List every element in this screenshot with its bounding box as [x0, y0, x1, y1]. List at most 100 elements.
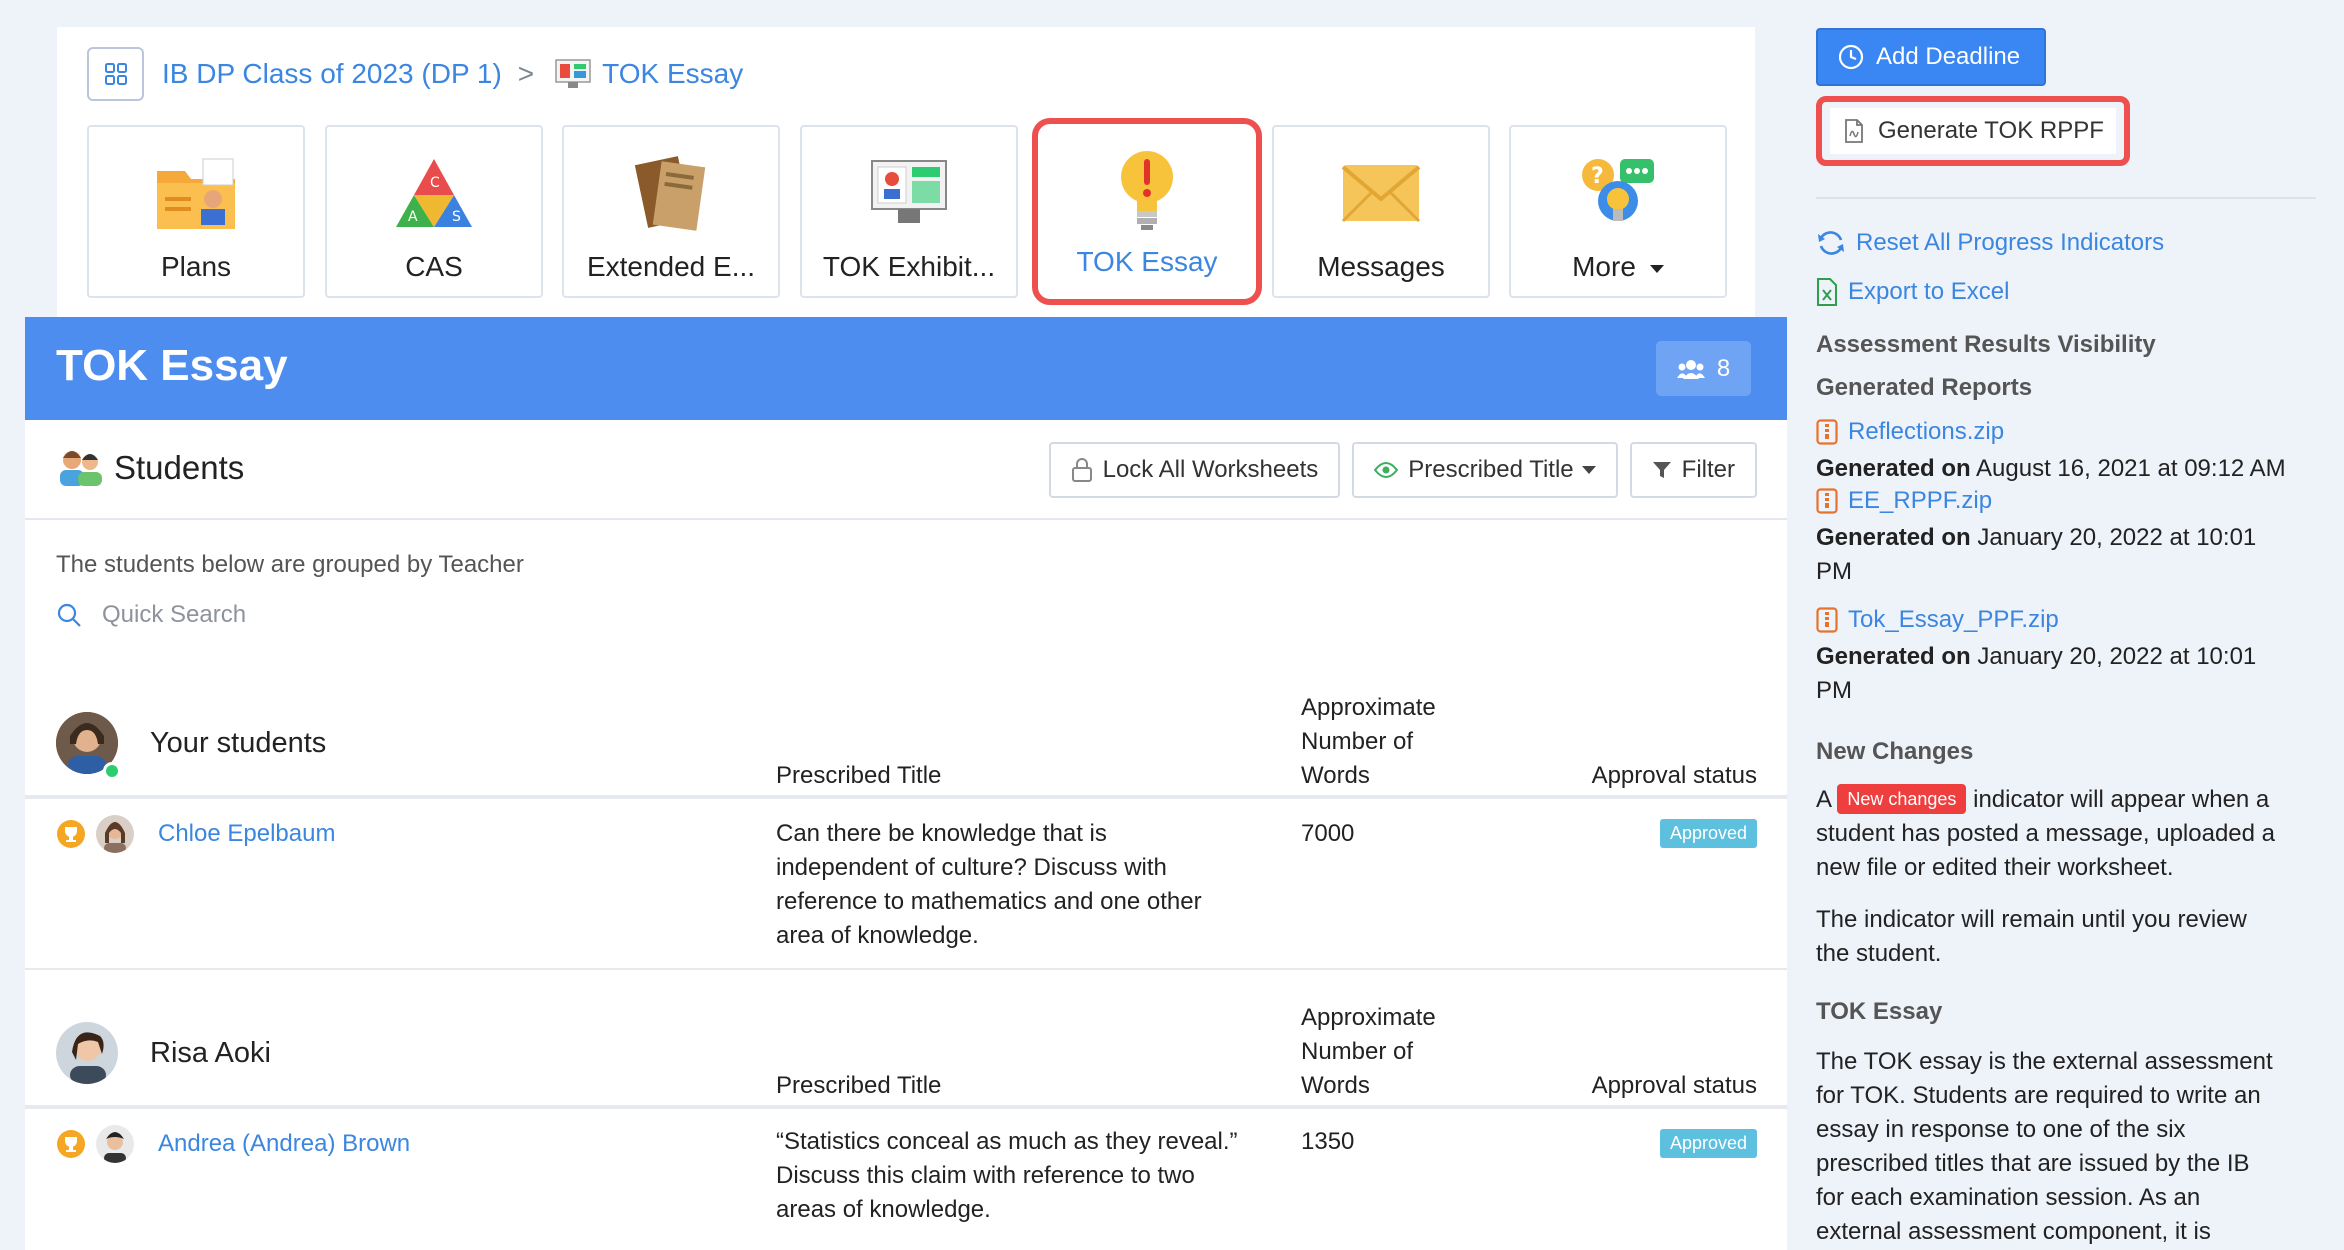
generated-label: Generated on	[1816, 643, 1971, 670]
group-note: The students below are grouped by Teache…	[56, 551, 524, 578]
students-icon	[60, 451, 102, 486]
page-title: TOK Essay	[56, 341, 288, 390]
col-prescribed-title: Prescribed Title	[776, 762, 942, 789]
eye-icon	[1374, 462, 1399, 478]
reset-progress-link[interactable]: Reset All Progress Indicators	[1816, 228, 2164, 258]
prescribed-title-dropdown[interactable]: Prescribed Title	[1352, 442, 1618, 498]
word-count: 7000	[1301, 820, 1355, 847]
right-sidebar: Add Deadline Generate TOK RPPF Reset All…	[1816, 0, 2344, 1250]
tile-label: Plans	[160, 251, 232, 282]
chevron-down-icon	[1581, 466, 1596, 474]
users-icon	[1676, 359, 1705, 379]
new-changes-text: student has posted a message, uploaded a	[1816, 820, 2275, 847]
report-date-cont: PM	[1816, 677, 1852, 704]
tile-messages[interactable]: Messages	[1272, 125, 1490, 298]
tile-plans[interactable]: Plans	[87, 125, 305, 298]
pdf-file-icon	[1845, 119, 1863, 143]
group-header-risa-aoki: Risa Aoki Prescribed Title Approximate N…	[25, 984, 1787, 1109]
tile-tok-essay[interactable]: TOK Essay	[1032, 118, 1262, 305]
indicator-note: The indicator will remain until you revi…	[1816, 906, 2247, 933]
report-generated-on: Generated on January 20, 2022 at 10:01	[1816, 640, 2326, 674]
svg-text:C: C	[430, 175, 440, 191]
breadcrumb-separator: >	[517, 58, 535, 89]
search-input[interactable]: Quick Search	[102, 601, 246, 629]
plans-icon	[157, 158, 235, 229]
generated-label: Generated on	[1816, 524, 1971, 551]
nc-word: A	[1816, 786, 1831, 813]
tok-exhibition-icon	[555, 59, 591, 88]
export-excel-link[interactable]: Export to Excel	[1816, 278, 2009, 306]
zip-file-icon	[1816, 488, 1838, 514]
prescribed-title-line: independent of culture? Discuss with	[776, 854, 1167, 881]
avatar	[96, 815, 134, 853]
report-file-link[interactable]: Tok_Essay_PPF.zip	[1816, 606, 2059, 634]
new-changes-badge: New changes	[1837, 784, 1967, 814]
divider	[1816, 197, 2316, 199]
generate-rppf-highlight: Generate TOK RPPF	[1816, 96, 2130, 166]
tile-label: Extended E...	[586, 251, 756, 282]
search-icon	[57, 603, 81, 627]
tile-cas[interactable]: C A S CAS	[325, 125, 543, 298]
filter-label: Filter	[1681, 456, 1735, 483]
new-changes-heading: New Changes	[1816, 738, 1974, 765]
student-name-link[interactable]: Chloe Epelbaum	[158, 817, 335, 851]
avatar	[56, 1022, 118, 1084]
online-status-dot	[103, 762, 121, 780]
prescribed-title-line: area of knowledge.	[776, 922, 979, 949]
report-file-link[interactable]: Reflections.zip	[1816, 418, 2004, 446]
group-name: Your students	[150, 727, 327, 759]
apps-grid-button[interactable]	[87, 47, 144, 101]
tile-extended-essay[interactable]: Extended E...	[562, 125, 780, 298]
breadcrumb: IB DP Class of 2023 (DP 1) > TOK Essay	[87, 47, 743, 101]
prescribed-title-line: Discuss this claim with reference to two	[776, 1162, 1195, 1189]
col-prescribed-title: Prescribed Title	[776, 1072, 942, 1099]
breadcrumb-class-link[interactable]: IB DP Class of 2023 (DP 1)	[162, 58, 502, 90]
lightbulb-icon	[1121, 151, 1173, 230]
avatar-image	[56, 1022, 118, 1084]
lock-all-worksheets-button[interactable]: Lock All Worksheets	[1048, 442, 1341, 498]
generate-tok-rppf-button[interactable]: Generate TOK RPPF	[1830, 108, 2116, 154]
tile-more[interactable]: ? More	[1509, 125, 1727, 298]
tok-essay-description: external assessment component, it is	[1816, 1218, 2211, 1245]
new-changes-text: new file or edited their worksheet.	[1816, 854, 2174, 881]
trophy-icon	[57, 820, 85, 848]
reset-progress-label: Reset All Progress Indicators	[1856, 229, 2165, 256]
word-count: 1350	[1301, 1128, 1355, 1155]
report-file-link[interactable]: EE_RPPF.zip	[1816, 487, 1992, 515]
excel-file-icon	[1817, 278, 1837, 306]
status-badge: Approved	[1659, 819, 1757, 848]
svg-text:A: A	[408, 209, 418, 225]
students-actions: Lock All Worksheets Prescribed Title Fil…	[1048, 442, 1757, 498]
add-deadline-button[interactable]: Add Deadline	[1816, 28, 2046, 86]
students-toolbar: Students Lock All Worksheets Prescribed …	[25, 420, 1787, 520]
tile-label: CAS	[405, 251, 463, 282]
tile-tok-exhibition[interactable]: TOK Exhibit...	[800, 125, 1018, 298]
table-row[interactable]: Chloe Epelbaum Can there be knowledge th…	[25, 799, 1787, 970]
nc-line: indicator will appear when a	[1973, 786, 2270, 813]
prescribed-title-line: Can there be knowledge that is	[776, 820, 1107, 847]
status-badge: Approved	[1659, 1129, 1757, 1158]
visibility-heading[interactable]: Assessment Results Visibility	[1816, 331, 2156, 359]
export-excel-label: Export to Excel	[1848, 278, 2010, 305]
student-count-badge[interactable]: 8	[1656, 341, 1751, 396]
col-words-line: Approximate	[1301, 694, 1436, 721]
student-name-link[interactable]: Andrea (Andrea) Brown	[158, 1127, 410, 1161]
quick-search[interactable]: Quick Search	[56, 601, 246, 629]
add-deadline-label: Add Deadline	[1876, 43, 2021, 70]
group-header-your-students: Your students Prescribed Title Approxima…	[25, 674, 1787, 799]
filter-button[interactable]: Filter	[1629, 442, 1757, 498]
zip-file-icon	[1816, 607, 1838, 633]
group-name: Risa Aoki	[150, 1037, 271, 1069]
cas-icon: C A S	[396, 159, 472, 227]
tok-essay-description: for each examination session. As an	[1816, 1184, 2201, 1211]
col-approval-status: Approval status	[1591, 762, 1757, 789]
tok-essay-description: prescribed titles that are issued by the…	[1816, 1150, 2250, 1177]
generate-rppf-label: Generate TOK RPPF	[1878, 117, 2104, 144]
report-generated-on: Generated on August 16, 2021 at 09:12 AM	[1816, 452, 2326, 486]
tile-label: TOK Exhibit...	[822, 251, 996, 282]
tile-label: TOK Essay	[1076, 246, 1218, 277]
prescribed-title-line: “Statistics conceal as much as they reve…	[776, 1128, 1238, 1155]
table-row[interactable]: Andrea (Andrea) Brown “Statistics concea…	[25, 1109, 1787, 1250]
tok-exhibition-icon	[871, 160, 947, 223]
tile-label: More	[1572, 251, 1664, 283]
